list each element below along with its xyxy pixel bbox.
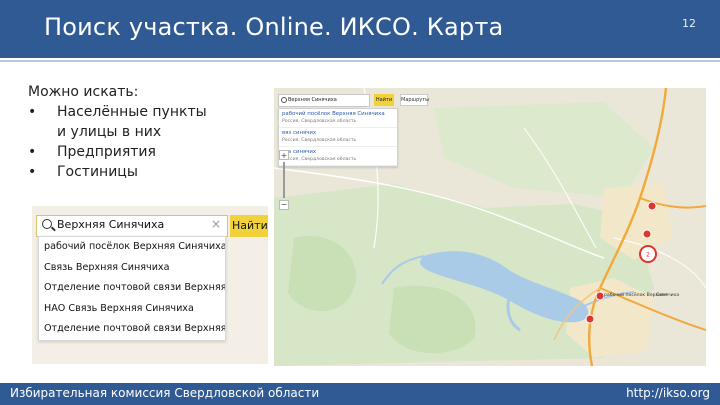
map-suggestion-name: рабочий посёлок Верхняя Синячиха — [282, 111, 385, 117]
footer-url[interactable]: http://ikso.org — [626, 386, 710, 400]
bullet-list: • Населённые пункты и улицы в них • Пред… — [28, 102, 264, 182]
map-marker[interactable] — [642, 229, 652, 239]
bullet-marker: • — [28, 144, 37, 160]
search-icon — [281, 97, 287, 103]
map-suggestion-name: вяз синячих — [282, 130, 317, 136]
zoom-slider[interactable] — [283, 162, 285, 198]
title-bar: Поиск участка. Online. ИКСО. Карта 12 — [0, 0, 720, 58]
bullet-text: Населённые пункты — [57, 104, 207, 120]
zoom-in-button[interactable]: + — [279, 150, 289, 160]
map-marker[interactable] — [585, 314, 595, 324]
map-suggestion-region: Россия, Свердловская область — [282, 119, 357, 124]
suggestion-item[interactable]: Отделение почтовой связи Верхняя... — [39, 278, 225, 299]
lead-text: Можно искать: — [28, 84, 139, 100]
bullet-item: • Населённые пункты и улицы в них — [28, 102, 264, 142]
search-input[interactable]: Верхняя Синячиха × — [36, 215, 228, 237]
text-content: Можно искать: • Населённые пункты и улиц… — [28, 82, 264, 182]
find-button[interactable]: Найти — [230, 215, 268, 237]
suggestion-dropdown: рабочий посёлок Верхняя Синячиха Связь В… — [38, 236, 226, 341]
map-suggestion-region: Россия, Свердловская область — [282, 157, 357, 162]
suggestion-item[interactable]: Отделение почтовой связи Верхняя — [39, 319, 225, 340]
map-search-input[interactable]: Верхняя Синячиха — [278, 94, 370, 107]
search-widget-screenshot: Верхняя Синячиха × Найти рабочий посёлок… — [32, 206, 268, 364]
bullet-marker: • — [28, 164, 37, 180]
bullet-marker: • — [28, 104, 37, 120]
slide-title: Поиск участка. Online. ИКСО. Карта — [44, 13, 504, 41]
suggestion-item[interactable]: НАО Связь Верхняя Синячиха — [39, 299, 225, 320]
map-screenshot: 2 рабочий посёлок Верхняя Синячиха Верхн… — [274, 88, 706, 366]
map-search-value: Верхняя Синячиха — [288, 97, 337, 103]
map-suggestion-dropdown: рабочий посёлок Верхняя Синячиха Россия,… — [278, 108, 398, 167]
title-divider — [0, 60, 720, 62]
clear-icon[interactable]: × — [211, 217, 221, 231]
map-marker[interactable] — [647, 201, 657, 211]
zoom-control: + − — [279, 150, 289, 212]
slide-number: 12 — [682, 17, 696, 30]
map-suggestion-region: Россия, Свердловская область — [282, 138, 357, 143]
footer-bar: Избирательная комиссия Свердловской обла… — [0, 383, 720, 405]
bullet-text: Гостиницы — [57, 164, 138, 180]
bullet-text-continuation: и улицы в них — [57, 124, 162, 140]
map-marker[interactable] — [595, 291, 605, 301]
map-suggestion-item[interactable]: рабочий посёлок Верхняя Синячиха Россия,… — [279, 109, 397, 128]
map-route-button[interactable]: Маршруты — [400, 94, 429, 106]
map-suggestion-item[interactable]: вяз синячих Россия, Свердловская область — [279, 147, 397, 166]
suggestion-item[interactable]: рабочий посёлок Верхняя Синячиха — [39, 237, 225, 258]
map-suggestion-item[interactable]: вяз синячих Россия, Свердловская область — [279, 128, 397, 147]
zoom-out-button[interactable]: − — [279, 200, 289, 210]
selected-marker-label: 2 — [646, 252, 650, 259]
footer-organization: Избирательная комиссия Свердловской обла… — [10, 386, 320, 400]
search-input-value: Верхняя Синячиха — [57, 218, 165, 231]
bullet-item: • Предприятия — [28, 142, 264, 162]
bullet-item: • Гостиницы — [28, 162, 264, 182]
map-place-label: Синячиха — [656, 293, 680, 298]
suggestion-item[interactable]: Связь Верхняя Синячиха — [39, 258, 225, 279]
map-find-button[interactable]: Найти — [374, 94, 394, 106]
bullet-text: Предприятия — [57, 144, 156, 160]
map-suggestion-name: вяз синячих — [282, 149, 317, 155]
search-icon — [42, 219, 52, 229]
